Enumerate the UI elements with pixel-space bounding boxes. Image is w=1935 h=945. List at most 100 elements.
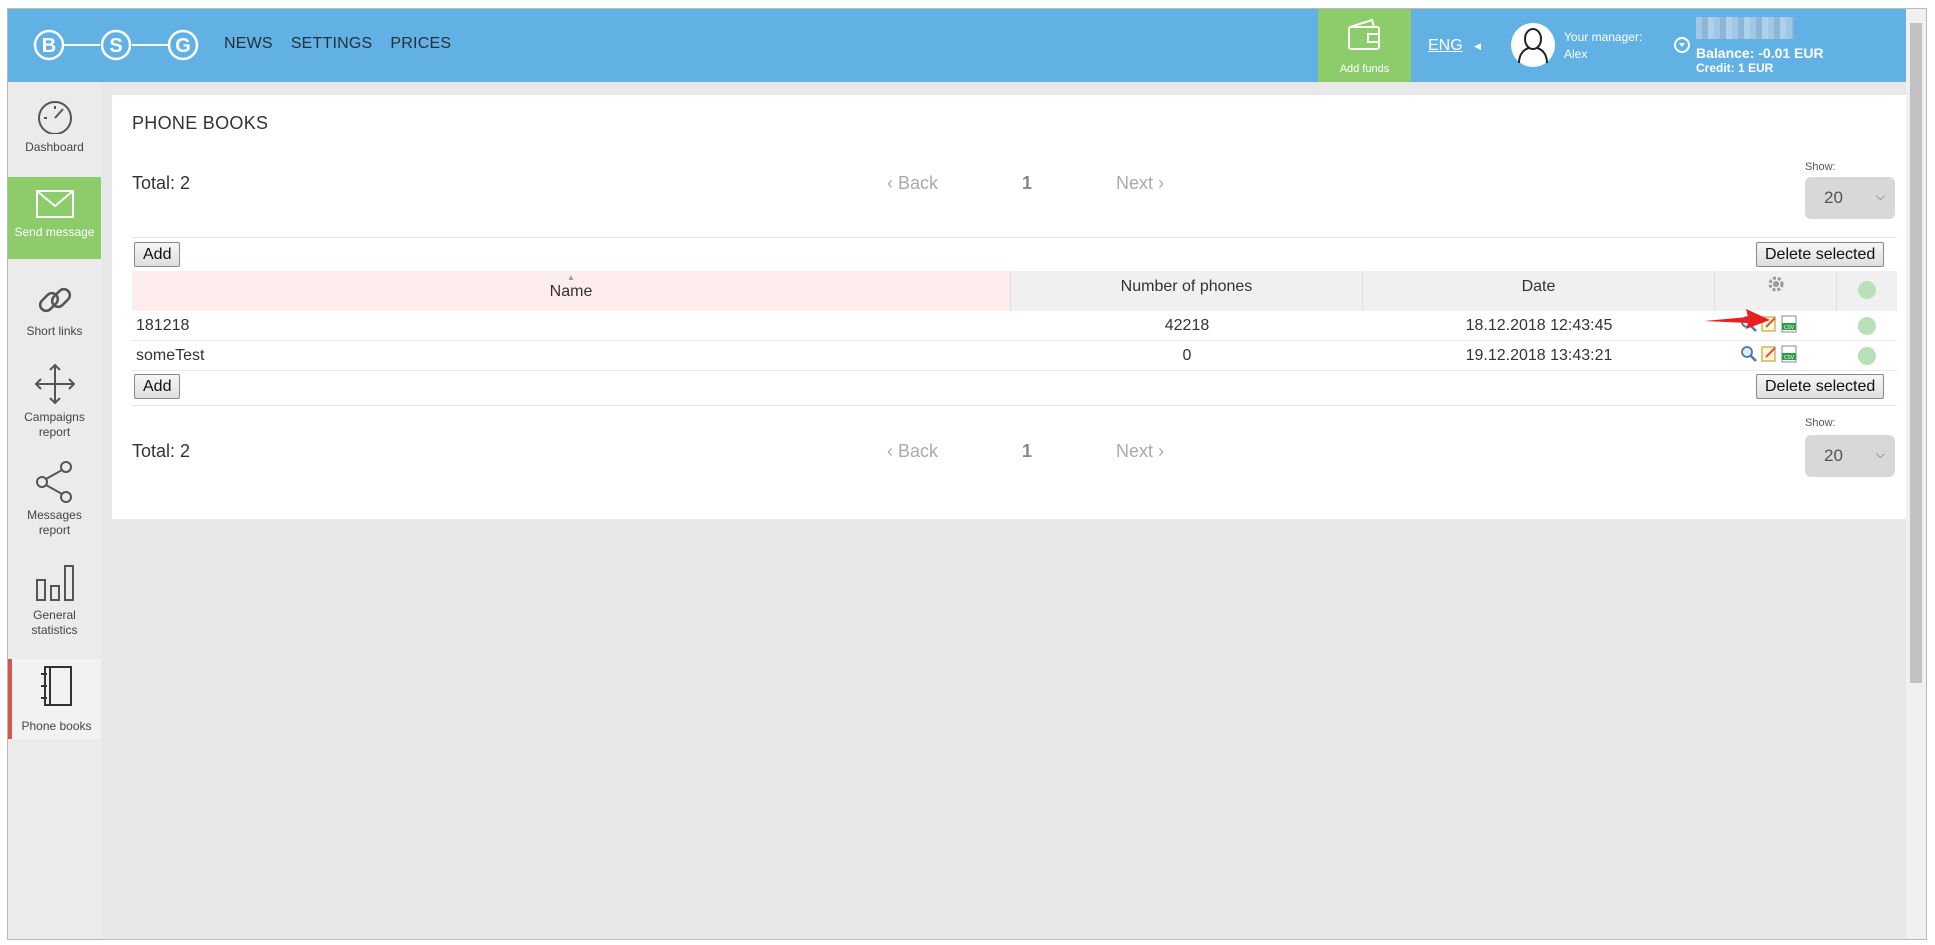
page-size-value: 20 <box>1824 188 1843 207</box>
sidebar-item-label: Phone books <box>21 719 92 733</box>
share-icon <box>35 461 72 503</box>
show-label: Show: <box>1805 161 1836 173</box>
nav-settings[interactable]: SETTINGS <box>291 35 373 53</box>
nav-prices[interactable]: PRICES <box>390 35 451 53</box>
row-phones: 42218 <box>1164 317 1210 334</box>
logo-letter-b: B <box>42 35 56 57</box>
bsg-logo[interactable]: B S G <box>32 21 202 69</box>
manager-avatar <box>1511 23 1555 67</box>
add-funds-button[interactable]: Add funds <box>1318 9 1411 82</box>
pagination-bottom: ‹ Back 1 Next › <box>887 441 1164 462</box>
total-count-bottom: Total: 2 <box>132 441 191 461</box>
next-button[interactable]: Next › <box>1116 173 1164 194</box>
page-size-value: 20 <box>1824 446 1843 465</box>
language-selector[interactable]: ENG <box>1428 37 1463 55</box>
scrollbar-thumb[interactable] <box>1910 23 1922 683</box>
row-name[interactable]: someTest <box>136 347 204 365</box>
page-number[interactable]: 1 <box>1022 441 1032 462</box>
link-icon <box>38 287 71 313</box>
delete-selected-button-top[interactable]: Delete selected <box>1756 242 1885 267</box>
account-dropdown-icon[interactable] <box>1674 37 1690 53</box>
row-select-checkbox[interactable] <box>1858 317 1876 335</box>
edit-icon[interactable] <box>1760 345 1778 363</box>
table-row[interactable]: someTest 0 19.12.2018 13:43:21 CSV <box>132 341 1897 371</box>
column-phones-header[interactable]: Number of phones <box>1011 271 1363 311</box>
caret-left-icon[interactable]: ◀ <box>1474 41 1481 52</box>
balance-text: Balance: -0.01 EUR <box>1696 45 1824 61</box>
row-select-checkbox[interactable] <box>1858 347 1876 365</box>
back-label: Back <box>898 441 939 461</box>
sidebar-item-short-links[interactable]: Short links <box>8 268 101 348</box>
show-label: Show: <box>1805 417 1836 429</box>
gear-icon[interactable] <box>1766 274 1786 294</box>
browser-frame: B S G NEWS SETTINGS PRICES Add funds ENG… <box>7 8 1927 940</box>
sidebar-item-campaigns-report[interactable]: Campaigns report <box>8 352 101 442</box>
page-size-select[interactable]: 20 ⌵ <box>1805 177 1895 219</box>
next-label: Next <box>1116 173 1154 193</box>
total-count-top: Total: 2 <box>132 173 191 193</box>
top-header: B S G NEWS SETTINGS PRICES Add funds ENG… <box>8 9 1906 82</box>
row-date: 18.12.2018 12:43:45 <box>1465 317 1613 334</box>
sidebar-item-label: Send message <box>14 225 95 239</box>
bar-chart-icon <box>35 565 74 601</box>
sidebar-item-label: Dashboard <box>25 140 84 154</box>
page-number[interactable]: 1 <box>1022 173 1032 194</box>
page-size-select[interactable]: 20 ⌵ <box>1805 435 1895 477</box>
next-button[interactable]: Next › <box>1116 441 1164 462</box>
main-nav: NEWS SETTINGS PRICES <box>224 35 469 53</box>
credit-text: Credit: 1 EUR <box>1696 61 1774 75</box>
envelope-icon <box>35 190 74 218</box>
back-button[interactable]: ‹ Back <box>887 173 938 194</box>
wallet-icon <box>1348 18 1380 50</box>
next-label: Next <box>1116 441 1154 461</box>
chevron-down-icon: ⌵ <box>1875 189 1885 203</box>
sidebar-item-dashboard[interactable]: Dashboard <box>8 82 101 168</box>
sidebar-item-label: Messages report <box>27 508 82 537</box>
csv-export-icon[interactable]: CSV <box>1780 345 1798 363</box>
search-icon[interactable] <box>1740 345 1758 363</box>
row-date: 19.12.2018 13:43:21 <box>1465 347 1613 364</box>
column-actions-header <box>1715 271 1837 311</box>
table-header: ▲ Name Number of phones Date <box>132 271 1897 311</box>
column-name-label: Name <box>549 283 593 300</box>
delete-selected-button-bottom[interactable]: Delete selected <box>1756 374 1885 399</box>
page-title: PHONE BOOKS <box>132 113 269 133</box>
svg-text:CSV: CSV <box>1784 325 1795 331</box>
notebook-icon <box>40 666 72 706</box>
speedometer-icon <box>37 101 72 134</box>
sidebar-item-phone-books[interactable]: Phone books <box>8 659 101 739</box>
row-phones: 0 <box>1182 347 1192 364</box>
manager-info: Your manager: Alex <box>1564 29 1642 63</box>
select-all-checkbox[interactable] <box>1858 281 1876 299</box>
account-name-redacted <box>1696 17 1794 39</box>
user-icon <box>1518 28 1548 63</box>
divider <box>132 237 1897 238</box>
column-select-header <box>1837 271 1897 311</box>
add-button-top[interactable]: Add <box>134 242 181 267</box>
sort-asc-icon: ▲ <box>567 273 575 282</box>
add-funds-label: Add funds <box>1339 63 1390 75</box>
back-label: Back <box>898 173 939 193</box>
move-arrows-icon <box>34 363 75 405</box>
vertical-scrollbar[interactable] <box>1906 9 1926 939</box>
sidebar-item-label: Campaigns report <box>24 410 85 439</box>
sidebar-item-general-statistics[interactable]: General statistics <box>8 552 101 642</box>
table-row[interactable]: 181218 42218 18.12.2018 12:43:45 CSV <box>132 309 1897 341</box>
back-button[interactable]: ‹ Back <box>887 441 938 462</box>
svg-text:CSV: CSV <box>1784 355 1795 361</box>
add-button-bottom[interactable]: Add <box>134 374 181 399</box>
chevron-down-icon: ⌵ <box>1875 447 1885 461</box>
manager-label: Your manager: <box>1564 30 1643 44</box>
divider <box>132 405 1897 406</box>
column-date-header[interactable]: Date <box>1363 271 1715 311</box>
sidebar: Dashboard Send message Short links Campa… <box>8 82 101 939</box>
column-name-header[interactable]: ▲ Name <box>132 271 1011 311</box>
sidebar-item-send-message[interactable]: Send message <box>8 177 101 259</box>
csv-export-icon[interactable]: CSV <box>1780 315 1798 333</box>
nav-news[interactable]: NEWS <box>224 35 273 53</box>
row-name[interactable]: 181218 <box>136 317 189 335</box>
red-arrow-annotation-icon <box>1704 309 1770 329</box>
sidebar-item-label: Short links <box>26 324 83 338</box>
logo-letter-s: S <box>109 35 122 57</box>
sidebar-item-messages-report[interactable]: Messages report <box>8 452 101 542</box>
